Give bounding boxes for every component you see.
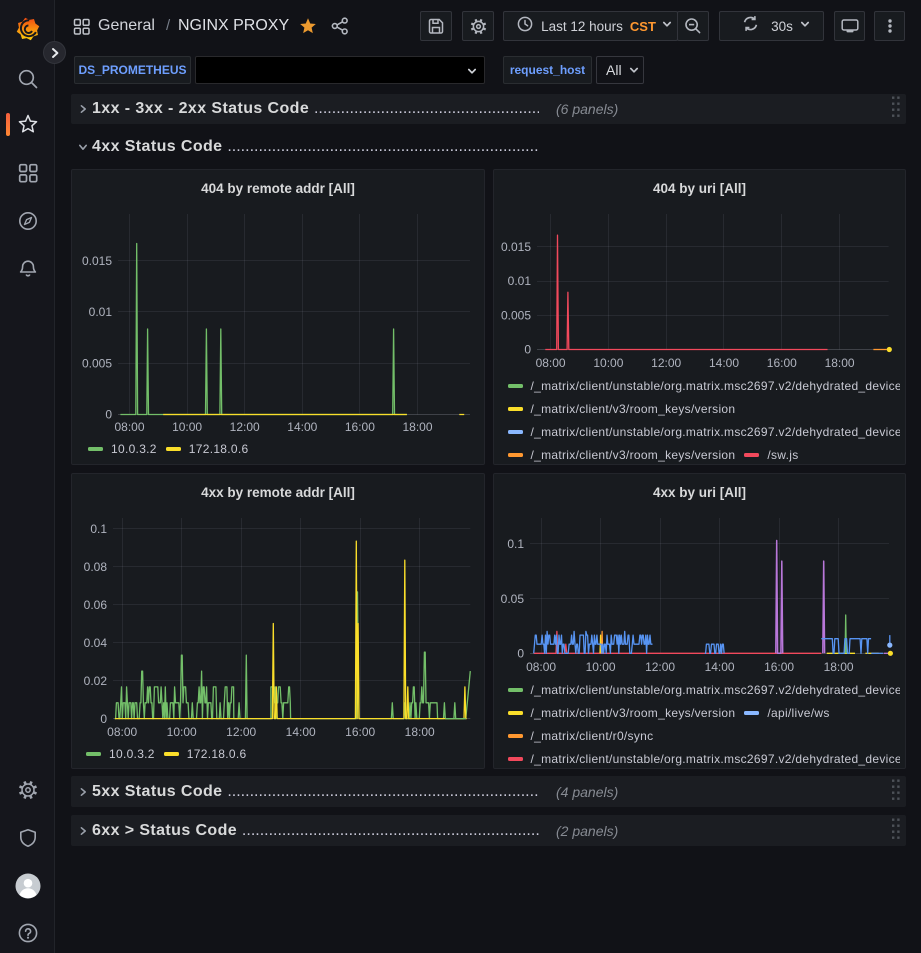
svg-text:0.01: 0.01: [508, 274, 532, 288]
svg-text:16:00: 16:00: [345, 420, 375, 434]
svg-text:10:00: 10:00: [167, 725, 197, 739]
svg-text:10:00: 10:00: [586, 660, 616, 674]
svg-text:14:00: 14:00: [286, 725, 316, 739]
svg-text:08:00: 08:00: [536, 356, 566, 370]
svg-text:0.005: 0.005: [82, 356, 112, 370]
svg-text:0.1: 0.1: [507, 537, 524, 551]
svg-text:08:00: 08:00: [526, 660, 556, 674]
svg-text:18:00: 18:00: [402, 420, 432, 434]
svg-text:0.005: 0.005: [501, 308, 531, 322]
svg-text:16:00: 16:00: [345, 725, 375, 739]
svg-text:0.01: 0.01: [89, 305, 113, 319]
svg-text:0.02: 0.02: [84, 674, 108, 688]
svg-text:08:00: 08:00: [107, 725, 137, 739]
svg-text:12:00: 12:00: [226, 725, 256, 739]
svg-text:14:00: 14:00: [709, 356, 739, 370]
svg-text:0.06: 0.06: [84, 598, 108, 612]
svg-text:0: 0: [105, 408, 112, 422]
svg-text:14:00: 14:00: [287, 420, 317, 434]
svg-text:12:00: 12:00: [230, 420, 260, 434]
svg-text:0.05: 0.05: [501, 592, 525, 606]
svg-text:12:00: 12:00: [651, 356, 681, 370]
svg-text:0: 0: [524, 343, 531, 357]
svg-text:08:00: 08:00: [114, 420, 144, 434]
svg-text:0.1: 0.1: [90, 522, 107, 536]
svg-text:14:00: 14:00: [705, 660, 735, 674]
svg-text:0.08: 0.08: [84, 560, 108, 574]
svg-text:0.04: 0.04: [84, 636, 108, 650]
svg-text:12:00: 12:00: [645, 660, 675, 674]
svg-text:0.015: 0.015: [82, 254, 112, 268]
svg-text:0: 0: [100, 712, 107, 726]
svg-text:0.015: 0.015: [501, 240, 531, 254]
svg-text:18:00: 18:00: [824, 660, 854, 674]
svg-text:16:00: 16:00: [767, 356, 797, 370]
svg-text:10:00: 10:00: [593, 356, 623, 370]
svg-text:18:00: 18:00: [825, 356, 855, 370]
svg-text:10:00: 10:00: [172, 420, 202, 434]
svg-text:16:00: 16:00: [764, 660, 794, 674]
svg-text:18:00: 18:00: [405, 725, 435, 739]
svg-text:0: 0: [517, 647, 524, 661]
